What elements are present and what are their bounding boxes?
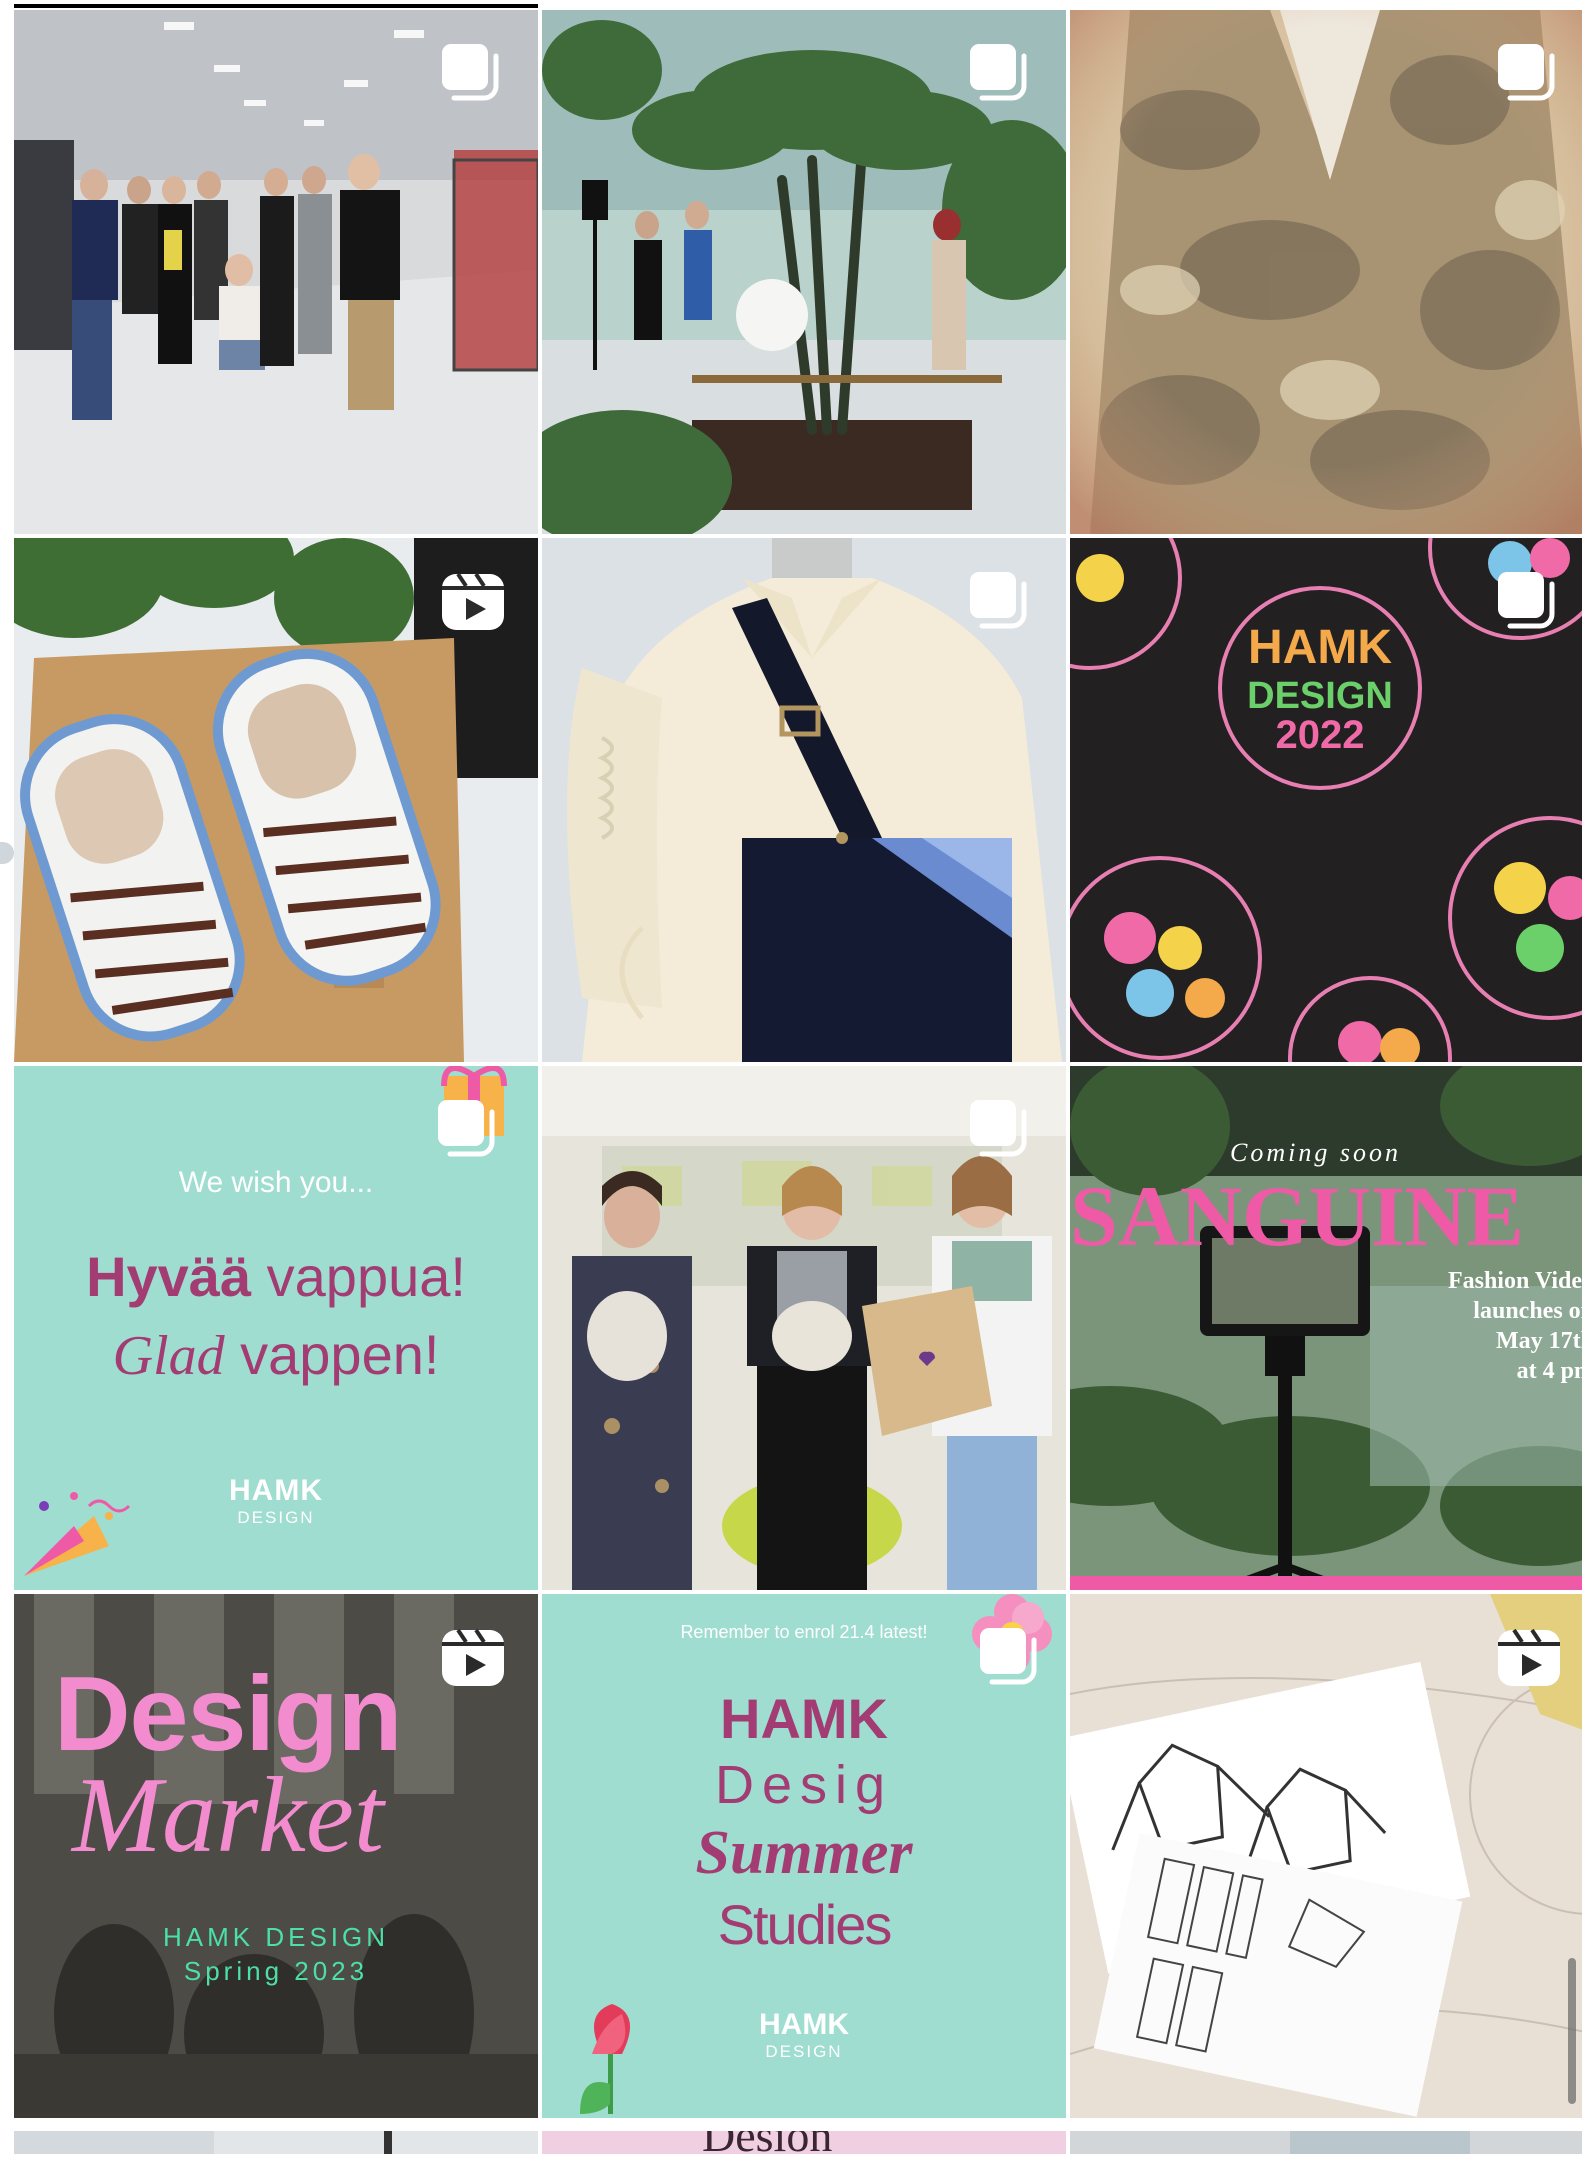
side-scroll-indicator: [0, 842, 14, 864]
hamk-logo: HAMK: [229, 1474, 323, 1507]
post-atrium-photoshoot[interactable]: [542, 10, 1066, 534]
vappu-line-2-rest: vappen!: [224, 1323, 440, 1386]
next-row-tile-3-image: [1290, 2131, 1470, 2154]
sanguine-title: SANGUINE: [1070, 1168, 1524, 1264]
multiple-images-icon: [970, 44, 1027, 101]
vappu-line-1-bold: Hyvää: [86, 1245, 252, 1308]
post-white-sneakers[interactable]: [14, 538, 538, 1062]
reel-icon: [442, 1628, 504, 1686]
post-pattern-sketches[interactable]: [1070, 1594, 1582, 2118]
design-market-sub-1: HAMK DESIGN: [162, 1922, 390, 1952]
multiple-images-icon: [438, 1100, 495, 1157]
sanguine-body-line: launches on: [1473, 1298, 1582, 1324]
post-cream-blouse-overalls[interactable]: [542, 538, 1066, 1062]
post-vappu-greeting[interactable]: We wish you... Hyvää vappua! Glad vappen…: [14, 1066, 538, 1590]
next-row-tile-2-text: Desion: [702, 2131, 832, 2154]
multiple-images-icon: [1498, 572, 1555, 629]
vappu-line-1-rest: vappua!: [251, 1245, 466, 1308]
summer-line-3: Summer: [695, 1819, 913, 1887]
next-row-tile-1[interactable]: [14, 2131, 538, 2154]
hamk-logo: HAMK: [759, 2008, 849, 2041]
post-sanguine-fashion-video[interactable]: Coming soon SANGUINE Fashion Video launc…: [1070, 1066, 1582, 1590]
hamk-logo-sub: DESIGN: [237, 1508, 315, 1527]
design-market-title-2: Market: [72, 1756, 384, 1875]
sanguine-body: Fashion Video launches on May 17th at 4 …: [1414, 1266, 1582, 1386]
sanguine-body-line: May 17th: [1496, 1328, 1582, 1354]
summer-line-4: Studies: [717, 1893, 893, 1956]
multiple-images-icon: [970, 572, 1027, 629]
vappu-line-2: Glad vappen!: [14, 1322, 538, 1388]
post-tie-dye-jacket[interactable]: [1070, 10, 1582, 534]
hamk-logo-sub: DESIGN: [765, 2042, 843, 2061]
profile-post-grid: HAMK DESIGN 2022 We wish you... Hyvää va…: [14, 10, 1582, 2118]
next-row-tile-1-image: [14, 2131, 392, 2154]
reel-icon: [1498, 1628, 1560, 1686]
post-design-market[interactable]: Design Market HAMK DESIGN Spring 2023: [14, 1594, 538, 2118]
multiple-images-icon: [980, 1628, 1037, 1685]
vappu-line-1: Hyvää vappua!: [14, 1244, 538, 1309]
post-summer-studies[interactable]: Remember to enrol 21.4 latest! HAMK Desi…: [542, 1594, 1066, 2118]
post-three-students[interactable]: [542, 1066, 1066, 1590]
sticker-text-hamk: HAMK: [1248, 621, 1392, 674]
sanguine-body-line: at 4 pm: [1516, 1358, 1582, 1384]
post-warehouse-group[interactable]: [14, 10, 538, 534]
design-market-sub-2: Spring 2023: [183, 1956, 369, 1986]
multiple-images-icon: [442, 44, 499, 101]
vappu-intro: We wish you...: [178, 1166, 374, 1199]
post-hamk-design-2022-stickers[interactable]: HAMK DESIGN 2022: [1070, 538, 1582, 1062]
sanguine-kicker: Coming soon: [1230, 1138, 1401, 1167]
multiple-images-icon: [970, 1100, 1027, 1157]
next-row-tile-2[interactable]: Desion: [542, 2131, 1066, 2154]
summer-line-1: HAMK: [720, 1687, 888, 1750]
next-row-tile-3[interactable]: [1070, 2131, 1582, 2154]
sticker-text-design: DESIGN: [1247, 675, 1393, 717]
multiple-images-icon: [1498, 44, 1555, 101]
vappu-line-2-italic: Glad: [112, 1325, 225, 1387]
summer-line-2: Desig: [714, 1755, 894, 1815]
sticker-text-year: 2022: [1276, 713, 1365, 757]
scrollbar-thumb[interactable]: [1568, 1958, 1576, 2104]
active-row-indicator: [14, 4, 538, 8]
reel-icon: [442, 572, 504, 630]
sanguine-body-line: Fashion Video: [1447, 1268, 1582, 1294]
